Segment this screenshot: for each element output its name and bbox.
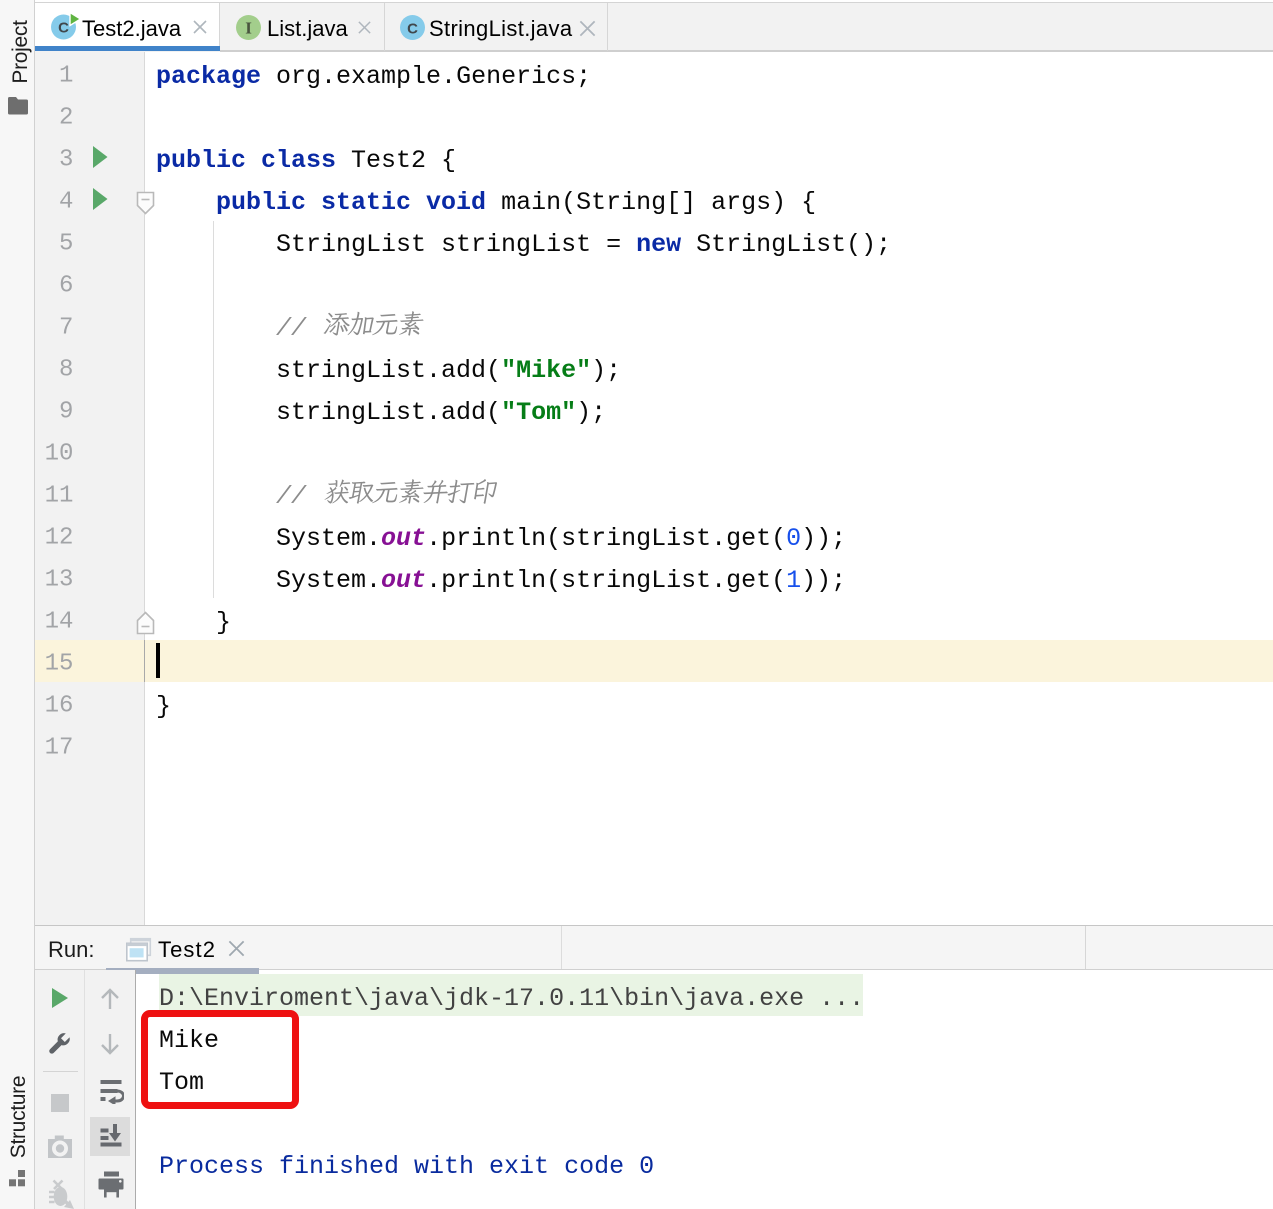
svg-text:C: C	[407, 20, 418, 37]
svg-text:I: I	[245, 19, 252, 38]
svg-text:C: C	[58, 20, 69, 37]
